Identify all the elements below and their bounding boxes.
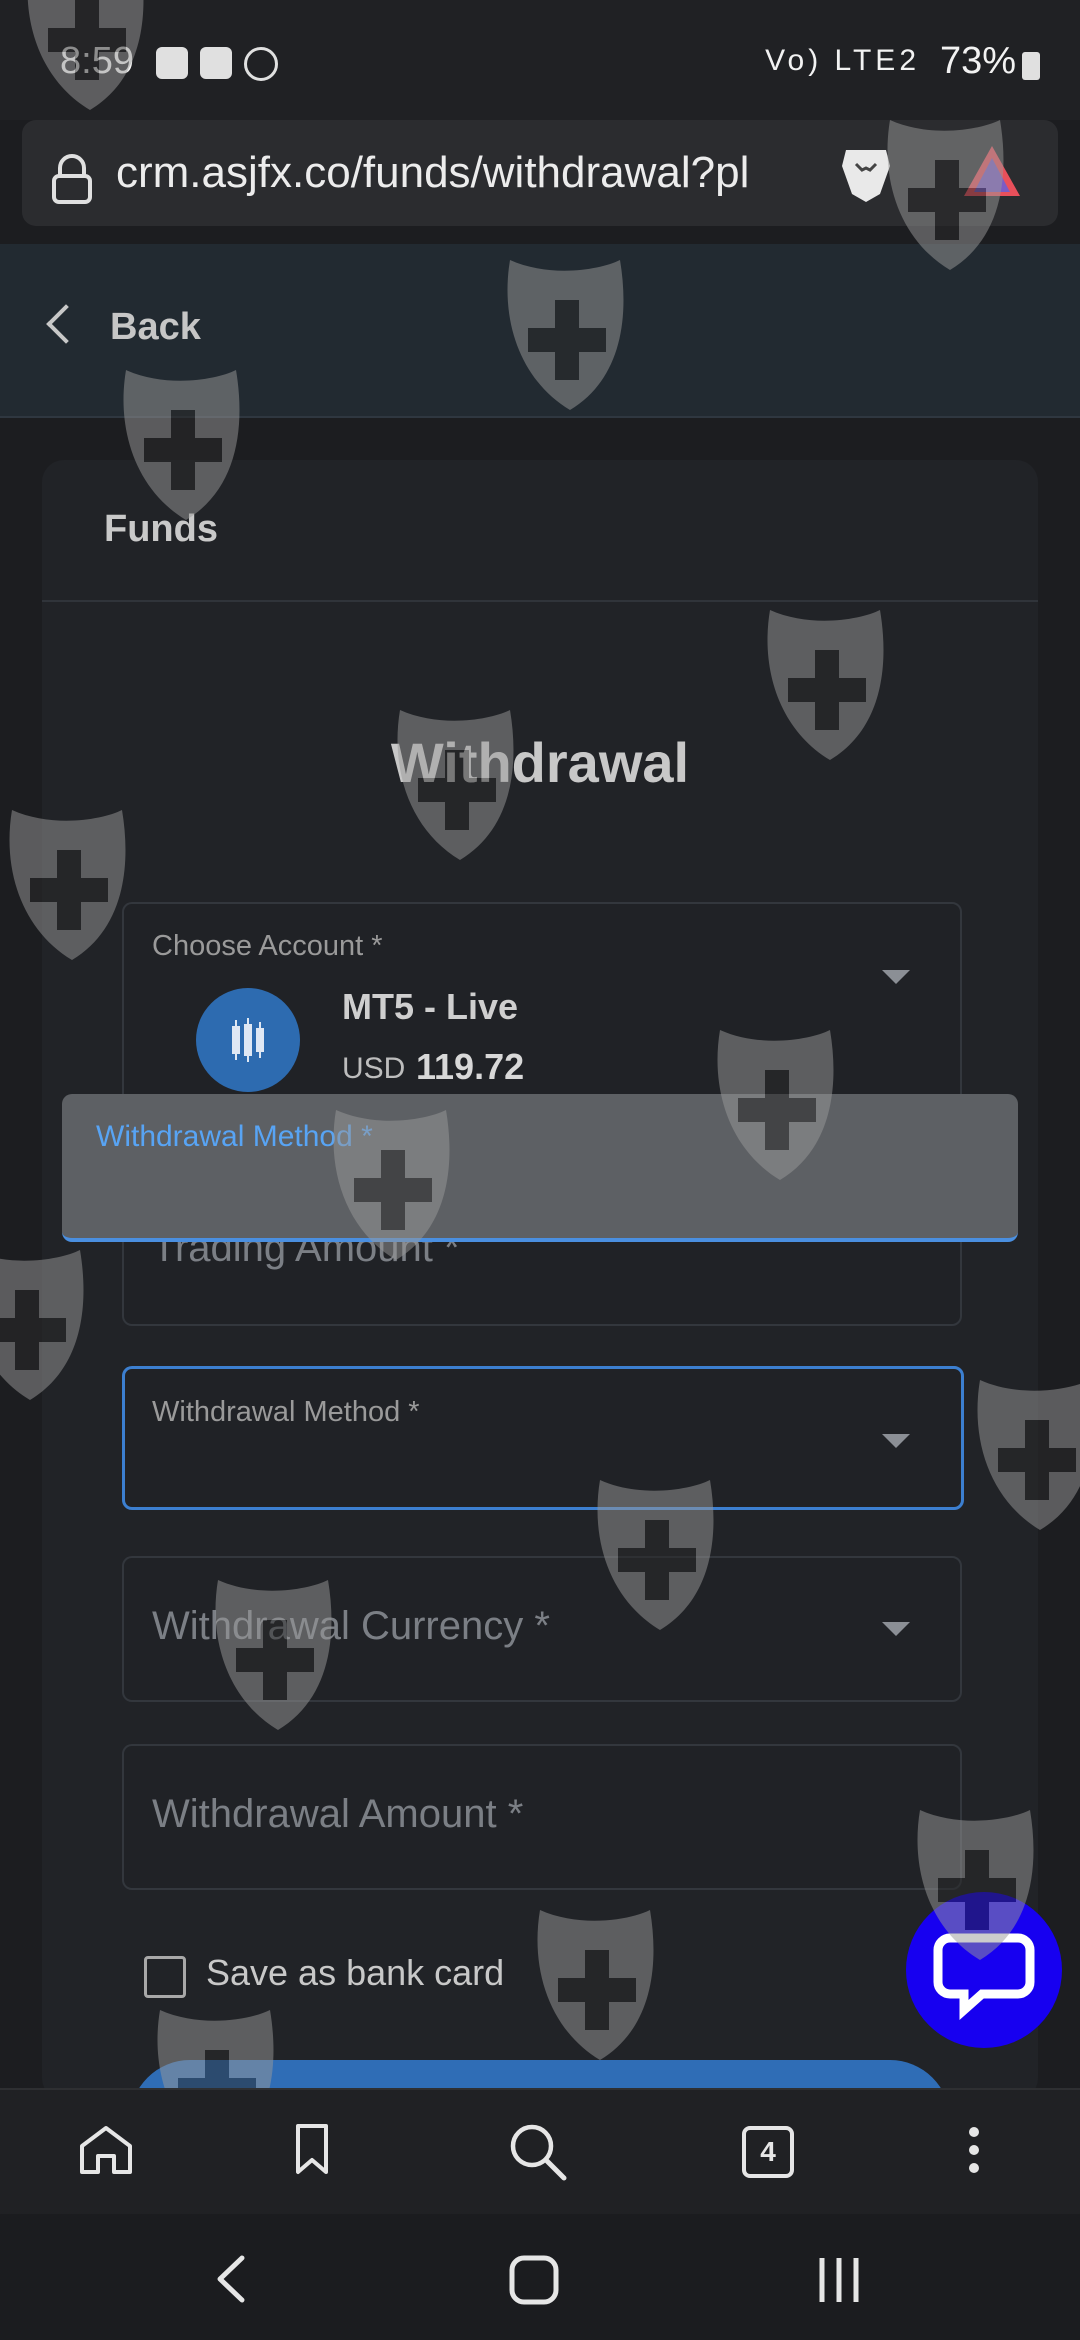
shield-watermark-icon bbox=[0, 0, 1080, 2340]
tabs-button[interactable]: 4 bbox=[742, 2126, 794, 2178]
bookmark-icon[interactable] bbox=[294, 2122, 330, 2176]
home-icon[interactable] bbox=[78, 2124, 134, 2176]
nav-back-icon[interactable] bbox=[214, 2254, 248, 2304]
nav-recents-icon[interactable] bbox=[814, 2254, 864, 2306]
more-options-icon[interactable] bbox=[962, 2124, 986, 2176]
nav-home-icon[interactable] bbox=[508, 2254, 560, 2306]
search-icon[interactable] bbox=[508, 2122, 568, 2182]
